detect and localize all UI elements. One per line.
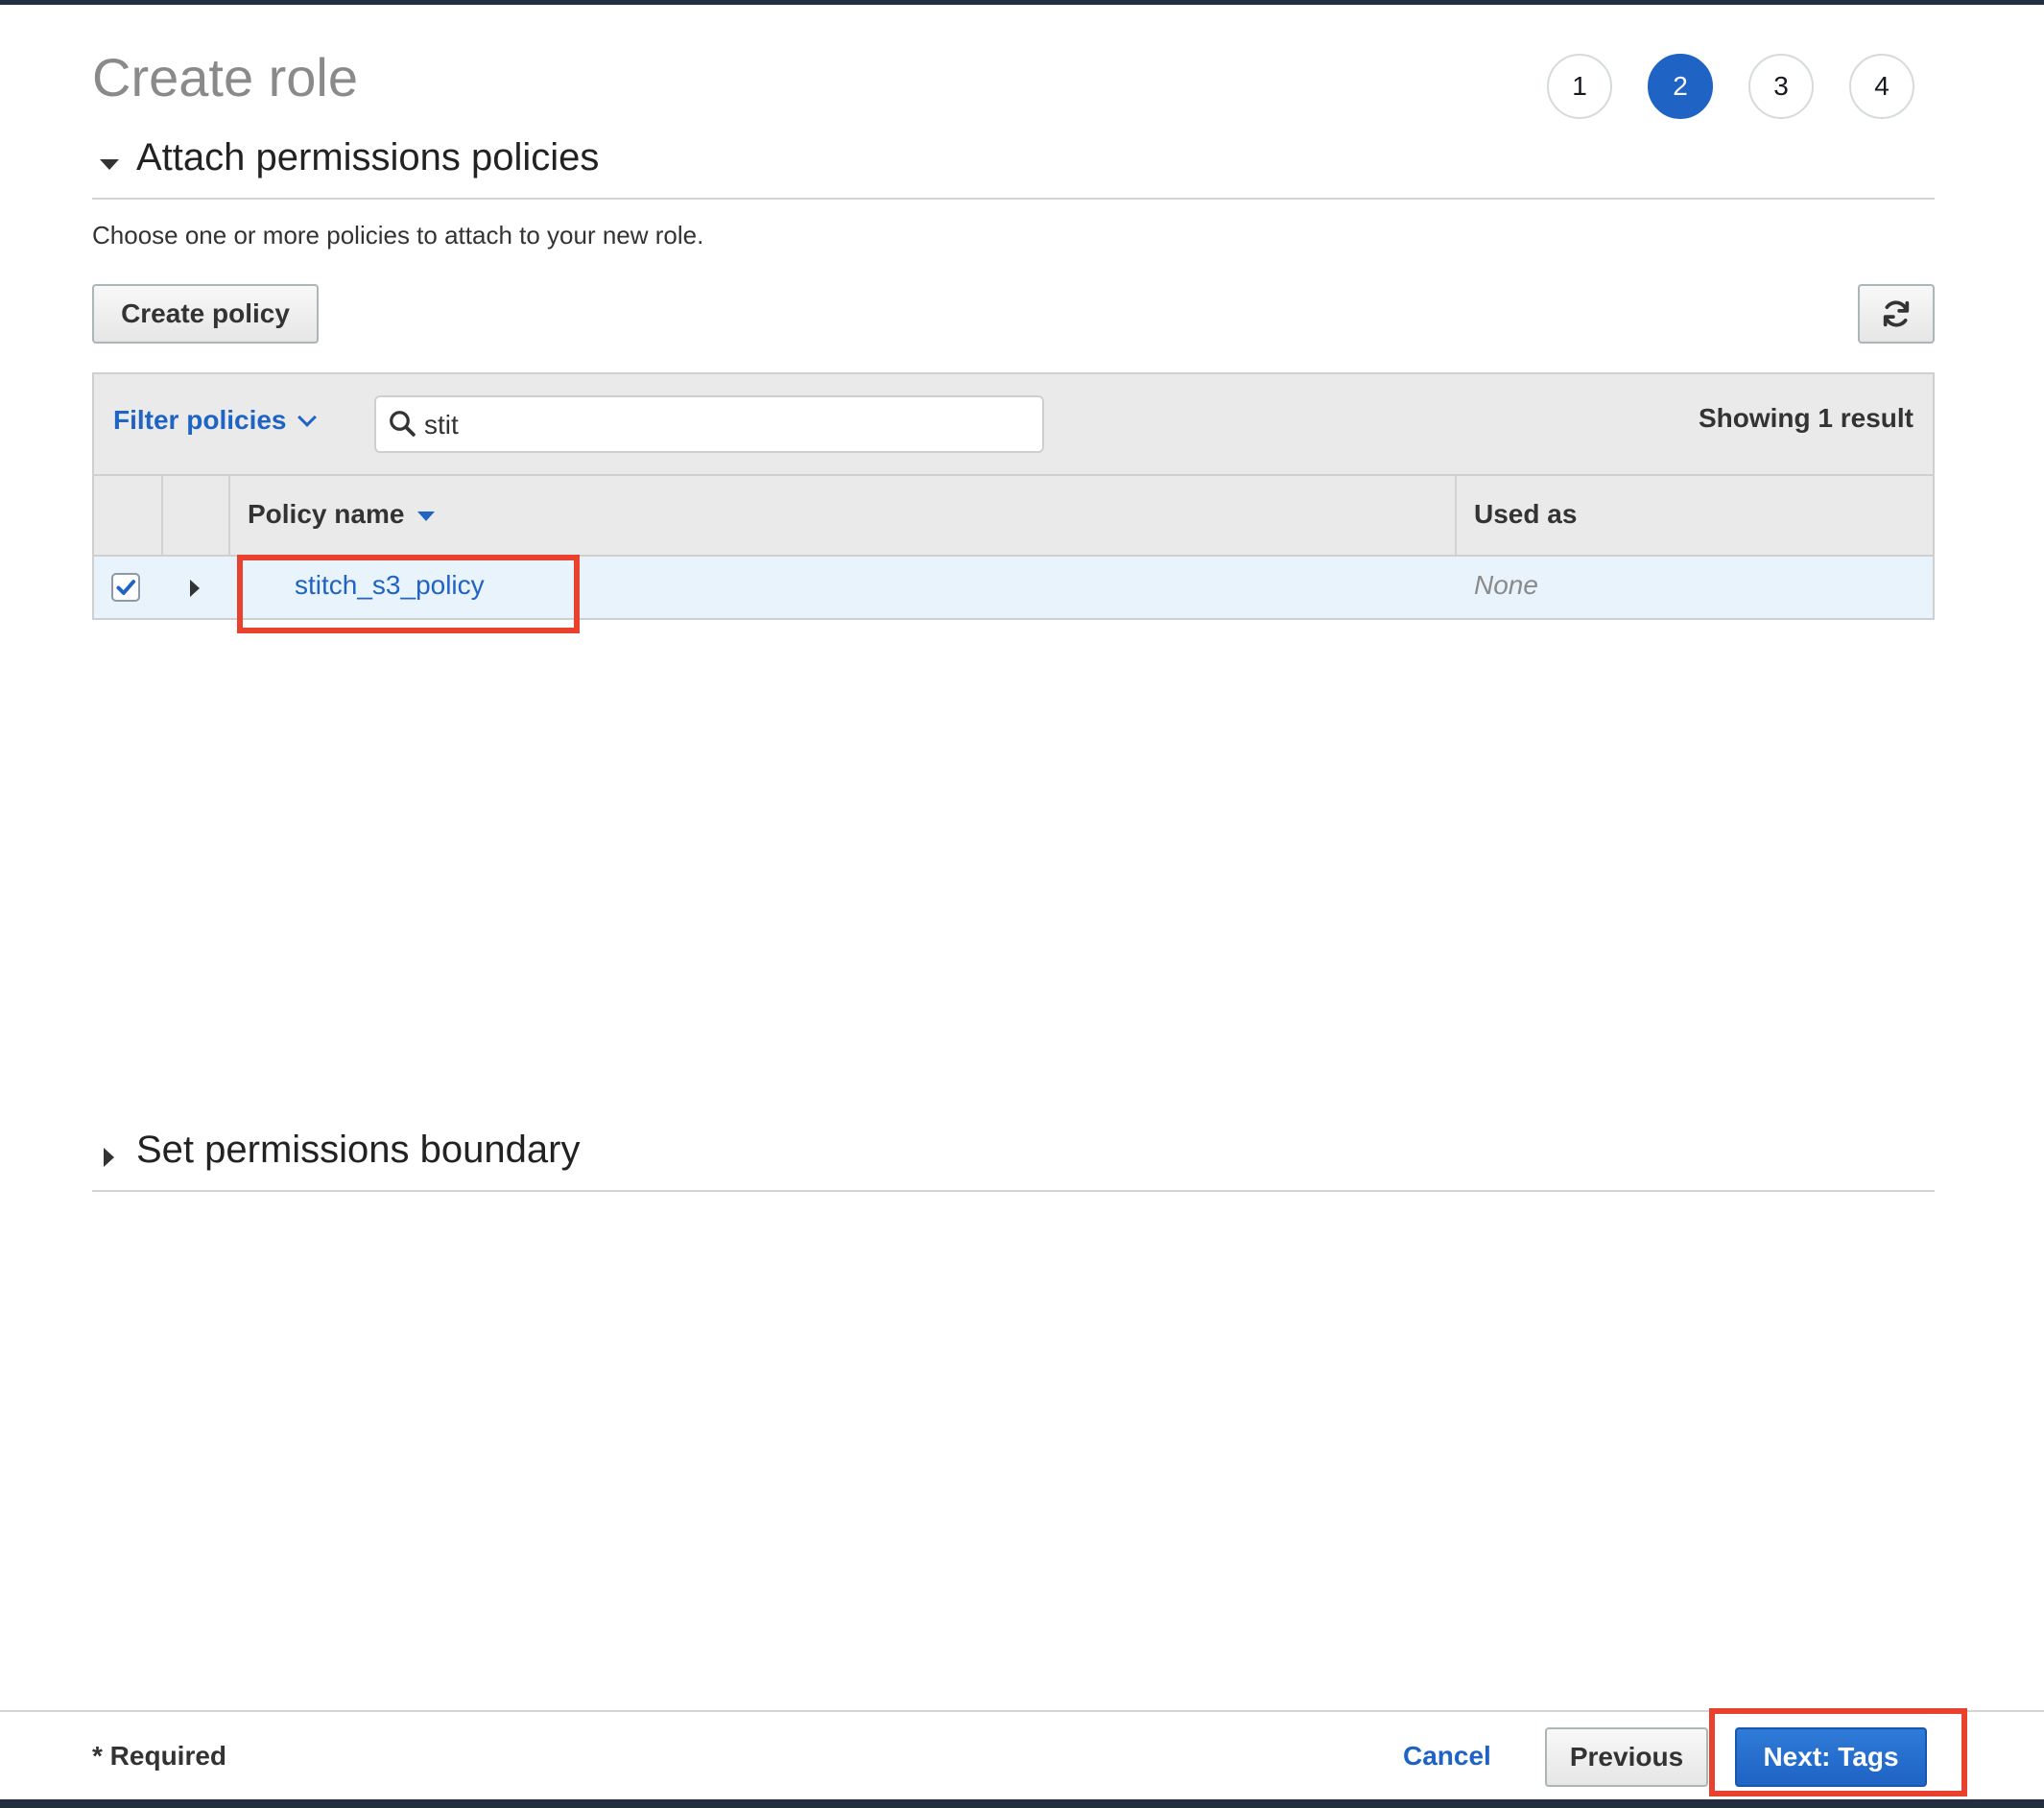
checkmark-icon: [116, 580, 136, 595]
expand-row-icon[interactable]: [190, 580, 200, 597]
step-3[interactable]: 3: [1748, 54, 1814, 119]
create-policy-button[interactable]: Create policy: [92, 284, 319, 344]
refresh-icon: [1883, 300, 1910, 327]
next-tags-button[interactable]: Next: Tags: [1735, 1727, 1927, 1787]
table-row: stitch_s3_policy None: [94, 557, 1933, 618]
caret-down-icon: [100, 159, 119, 170]
column-divider: [161, 476, 163, 555]
previous-button[interactable]: Previous: [1545, 1727, 1708, 1787]
step-2[interactable]: 2: [1648, 54, 1713, 119]
policy-name-link[interactable]: stitch_s3_policy: [295, 570, 485, 601]
wizard-footer: * Required Cancel Previous Next: Tags: [0, 1710, 2044, 1801]
attach-policies-header[interactable]: Attach permissions policies: [92, 131, 1935, 200]
top-stripe: [0, 0, 2044, 5]
cancel-link[interactable]: Cancel: [1403, 1741, 1491, 1772]
search-icon: [390, 411, 416, 437]
policies-toolbar: Filter policies Showing 1 result: [94, 374, 1933, 476]
attach-policies-description: Choose one or more policies to attach to…: [92, 221, 704, 250]
filter-policies-dropdown[interactable]: Filter policies: [113, 405, 317, 436]
column-divider: [1455, 476, 1457, 555]
permissions-boundary-header[interactable]: Set permissions boundary: [92, 1123, 1935, 1192]
required-note: * Required: [92, 1741, 227, 1771]
page-title: Create role: [92, 47, 359, 107]
used-as-value: None: [1474, 570, 1538, 600]
refresh-button[interactable]: [1858, 284, 1935, 344]
column-divider: [228, 476, 230, 555]
table-header: Policy name Used as: [94, 476, 1933, 557]
chevron-down-icon: [297, 408, 317, 427]
filter-policies-label: Filter policies: [113, 405, 287, 435]
step-1[interactable]: 1: [1547, 54, 1612, 119]
sort-desc-icon: [417, 511, 436, 521]
used-as-header-label: Used as: [1474, 499, 1578, 529]
attach-policies-title: Attach permissions policies: [136, 136, 600, 178]
search-input[interactable]: [422, 403, 1021, 447]
policy-name-header-label: Policy name: [248, 499, 405, 529]
policies-table: Filter policies Showing 1 result Policy …: [92, 372, 1935, 620]
policy-name-column-header[interactable]: Policy name: [248, 499, 436, 530]
permissions-boundary-title: Set permissions boundary: [136, 1129, 581, 1171]
caret-right-icon: [104, 1148, 114, 1167]
step-4[interactable]: 4: [1849, 54, 1914, 119]
search-box[interactable]: [374, 395, 1044, 453]
bottom-stripe: [0, 1799, 2044, 1808]
results-count: Showing 1 result: [1698, 403, 1913, 433]
row-checkbox[interactable]: [111, 573, 140, 602]
used-as-column-header: Used as: [1474, 499, 1577, 530]
